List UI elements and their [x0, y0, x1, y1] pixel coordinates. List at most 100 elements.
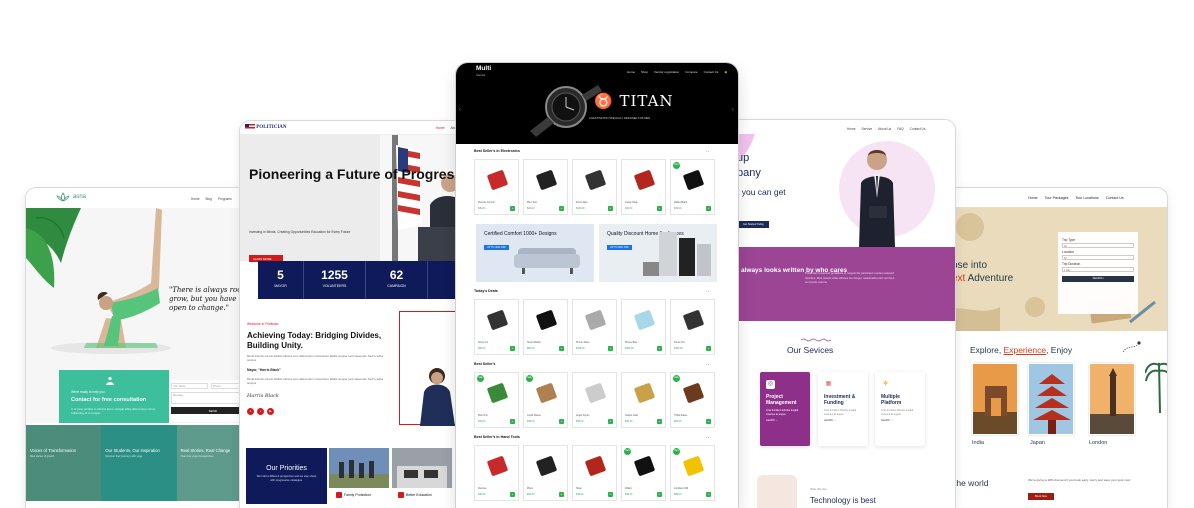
add-to-cart-icon[interactable]: + — [608, 419, 613, 424]
location-select[interactable]: All — [1062, 255, 1134, 260]
send-button[interactable]: SEND — [171, 407, 247, 414]
tile-inspiration[interactable]: Our Students, Our Inspiration Discover t… — [101, 425, 177, 501]
add-to-cart-icon[interactable]: + — [559, 346, 564, 351]
service-card-platform[interactable]: ✻ Multiple Platform Cras tincidunt lobor… — [875, 372, 925, 446]
priority-image-family[interactable] — [329, 448, 389, 488]
add-to-cart-icon[interactable]: + — [608, 206, 613, 211]
product-card[interactable]: Plier Tool $29.00 + — [523, 159, 568, 215]
product-card[interactable]: Sale Cupid Statue $45.00 + — [523, 372, 568, 428]
priority-image-education[interactable] — [392, 448, 452, 488]
search-button[interactable]: SEARCH — [1062, 276, 1134, 282]
add-to-cart-icon[interactable]: + — [706, 206, 711, 211]
promo-sofa[interactable]: Certified Comfort 1000+ Designs UP TO 40… — [476, 224, 594, 282]
add-to-cart-icon[interactable]: + — [657, 419, 662, 424]
mv-nav-contact[interactable]: Contact Us — [704, 70, 719, 74]
add-to-cart-icon[interactable]: + — [657, 346, 662, 351]
yoga-logo[interactable]: asna — [56, 192, 86, 202]
mv-nav-shop[interactable]: Shop — [641, 70, 648, 74]
add-to-cart-icon[interactable]: + — [657, 206, 662, 211]
business-nav-home[interactable]: Home — [847, 127, 856, 131]
book-now-button[interactable]: Book Now — [1028, 493, 1054, 500]
product-card[interactable]: Sale Tribal Statue $55.00 + — [670, 372, 715, 428]
add-to-cart-icon[interactable]: + — [608, 492, 613, 497]
product-card[interactable]: Phone Blue $399.00 + — [621, 299, 666, 355]
city-card-japan[interactable] — [1028, 363, 1074, 435]
add-to-cart-icon[interactable]: + — [559, 419, 564, 424]
section-arrows-icon[interactable]: ‹ › — [706, 149, 709, 153]
add-to-cart-icon[interactable]: + — [559, 492, 564, 497]
product-card[interactable]: Angel Figure $35.00 + — [572, 372, 617, 428]
section-arrows-icon[interactable]: ‹ › — [706, 435, 709, 439]
city-card-london[interactable] — [1089, 363, 1135, 435]
twitter-icon[interactable]: t — [257, 408, 264, 415]
add-to-cart-icon[interactable]: + — [706, 346, 711, 351]
product-card[interactable]: Strap $19.00 + — [572, 445, 617, 501]
add-to-cart-icon[interactable]: + — [510, 419, 515, 424]
product-card[interactable]: Sale Plant Pot $15.00 + — [474, 372, 519, 428]
politician-nav-home[interactable]: Home — [436, 126, 445, 130]
get-started-button[interactable]: Get Started Today — [739, 221, 769, 228]
learn-more-link[interactable]: LEARN → — [824, 419, 862, 422]
business-nav-contact[interactable]: Contact Us — [910, 127, 926, 131]
product-card[interactable]: Smart Watch $59.00 + — [523, 299, 568, 355]
learn-more-link[interactable]: LEARN → — [881, 419, 919, 422]
welcome-label: Welcome to Politician — [247, 322, 279, 326]
multivendor-logo[interactable]: Multi Vendor — [476, 65, 491, 78]
add-to-cart-icon[interactable]: + — [510, 346, 515, 351]
business-nav-service[interactable]: Service — [862, 127, 873, 131]
product-card[interactable]: Drone Mini $139.00 + — [572, 159, 617, 215]
promo-appliances[interactable]: Quality Discount Home Appliances UP TO 6… — [599, 224, 717, 282]
duration-select[interactable]: 1 Day — [1062, 267, 1134, 272]
yoga-nav-blog[interactable]: Blog — [206, 197, 212, 201]
product-card[interactable]: New Wallet $39.00 + — [621, 445, 666, 501]
product-card[interactable]: New Cordless Drill $89.00 + — [670, 445, 715, 501]
product-badge: New — [673, 162, 680, 169]
cart-icon[interactable]: ▣ — [724, 70, 727, 74]
travel-nav-packages[interactable]: Tour Packages — [1045, 196, 1069, 200]
youtube-icon[interactable]: ▶ — [267, 408, 274, 415]
add-to-cart-icon[interactable]: + — [510, 206, 515, 211]
product-card[interactable]: Phone Silver $499.00 + — [572, 299, 617, 355]
product-card[interactable]: New Wallet Black $39.00 + — [670, 159, 715, 215]
learn-more-link[interactable]: LEARN → — [766, 419, 804, 422]
add-to-cart-icon[interactable]: + — [706, 419, 711, 424]
message-field[interactable]: Message — [171, 392, 248, 404]
service-card-project[interactable]: ◎ Project Management Cras tincidunt lobo… — [760, 372, 810, 446]
product-card[interactable]: Guitar Strap $19.00 + — [621, 159, 666, 215]
section-arrows-icon[interactable]: ‹ › — [706, 362, 709, 366]
add-to-cart-icon[interactable]: + — [706, 492, 711, 497]
product-name: Phone Silver — [576, 341, 590, 344]
politician-logo[interactable]: POLITICIAN — [245, 124, 287, 130]
section-arrows-icon[interactable]: ‹ › — [706, 289, 709, 293]
add-to-cart-icon[interactable]: + — [657, 492, 662, 497]
business-nav-faq[interactable]: FAQ — [897, 127, 903, 131]
product-card[interactable]: Remote $49.00 + — [474, 445, 519, 501]
product-card[interactable]: Remote Control $49.00 + — [474, 159, 519, 215]
tile-transformation[interactable]: Voices of Transformation Real stories of… — [26, 425, 102, 501]
facebook-icon[interactable]: f — [247, 408, 254, 415]
add-to-cart-icon[interactable]: + — [608, 346, 613, 351]
mv-nav-vendor[interactable]: Vendor registration — [654, 70, 679, 74]
add-to-cart-icon[interactable]: + — [559, 206, 564, 211]
prev-slide-icon[interactable]: ‹ — [459, 107, 461, 113]
product-card[interactable]: Pliers $29.00 + — [523, 445, 568, 501]
product-card[interactable]: Teapot Gold $25.00 + — [621, 372, 666, 428]
trip-type-select[interactable]: All — [1062, 243, 1134, 248]
product-card[interactable]: Drone Pro $159.00 + — [670, 299, 715, 355]
yoga-nav-home[interactable]: Home — [191, 197, 200, 201]
name-field[interactable]: Your Name — [171, 383, 208, 389]
add-to-cart-icon[interactable]: + — [510, 492, 515, 497]
travel-nav-locations[interactable]: Tour Locations — [1075, 196, 1098, 200]
travel-nav-contact[interactable]: Contact Us — [1106, 196, 1124, 200]
world-text: We're giving a 20% discount if you book … — [1028, 478, 1131, 482]
product-price: $45.00 — [527, 420, 535, 423]
travel-nav-home[interactable]: Home — [1028, 196, 1038, 200]
city-card-india[interactable] — [972, 363, 1018, 435]
next-slide-icon[interactable]: › — [732, 107, 734, 113]
business-nav-about[interactable]: About Us — [878, 127, 891, 131]
product-card[interactable]: Drone Kit $99.00 + — [474, 299, 519, 355]
yoga-nav-programs[interactable]: Programs — [218, 197, 232, 201]
mv-nav-home[interactable]: Home — [627, 70, 635, 74]
service-card-investment[interactable]: ▦ Investment & Funding Cras tincidunt lo… — [818, 372, 868, 446]
mv-nav-compare[interactable]: Compare — [685, 70, 697, 74]
